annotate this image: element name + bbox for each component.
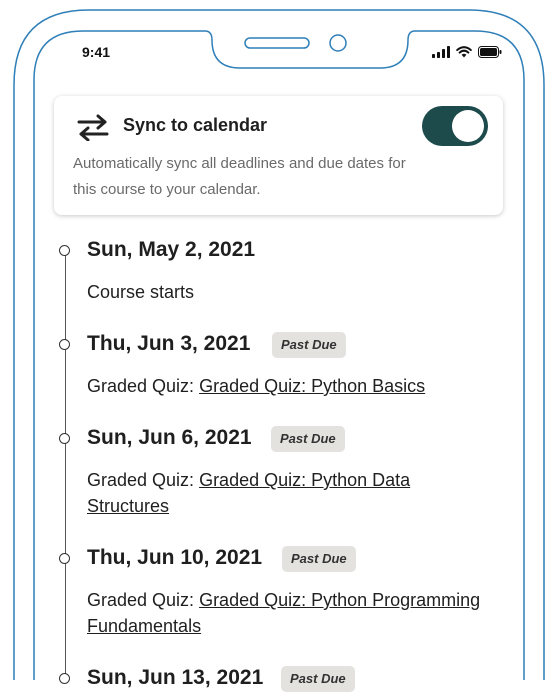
- sync-arrows-icon: [77, 114, 109, 141]
- status-icons: [432, 44, 502, 60]
- front-camera: [329, 34, 347, 52]
- past-due-badge: Past Due: [272, 332, 346, 358]
- timeline-dot: [59, 553, 70, 564]
- battery-icon: [478, 46, 502, 58]
- timeline-dot: [59, 433, 70, 444]
- wifi-icon: [456, 46, 472, 58]
- event-date: Sun, May 2, 2021: [87, 238, 256, 261]
- item-type-label: Graded Quiz:: [87, 376, 200, 396]
- timeline-dot: [59, 673, 70, 684]
- sync-title: Sync to calendar: [123, 115, 268, 135]
- event-description: Graded Quiz: Graded Quiz: Python Basics: [87, 373, 527, 399]
- speaker-grille: [244, 37, 310, 49]
- event-description: Graded Quiz: Graded Quiz: Python Program…: [87, 587, 527, 639]
- status-time: 9:41: [82, 44, 111, 60]
- toggle-knob: [452, 110, 484, 142]
- event-date: Sun, Jun 6, 2021: [87, 426, 252, 449]
- item-type-label: Graded Quiz:: [87, 470, 200, 490]
- event-date: Thu, Jun 3, 2021: [87, 332, 251, 355]
- sync-description: Automatically sync all deadlines and due…: [73, 155, 406, 198]
- timeline-line: [65, 250, 66, 680]
- item-type-label: Graded Quiz:: [87, 590, 200, 610]
- event-date: Sun, Jun 13, 2021: [87, 666, 264, 689]
- past-due-badge: Past Due: [281, 666, 355, 692]
- quiz-link[interactable]: Graded Quiz: Python Basics: [199, 376, 425, 396]
- event-date: Thu, Jun 10, 2021: [87, 546, 263, 569]
- past-due-badge: Past Due: [282, 546, 356, 572]
- event-description: Graded Quiz: Graded Quiz: Python Data St…: [87, 467, 467, 519]
- signal-icon: [432, 46, 450, 58]
- timeline-dot: [59, 245, 70, 256]
- timeline-dot: [59, 339, 70, 350]
- event-description: Course starts: [87, 282, 195, 302]
- sync-toggle[interactable]: [422, 106, 488, 146]
- sync-calendar-card: Sync to calendar Automatically sync all …: [54, 96, 503, 215]
- past-due-badge: Past Due: [271, 426, 345, 452]
